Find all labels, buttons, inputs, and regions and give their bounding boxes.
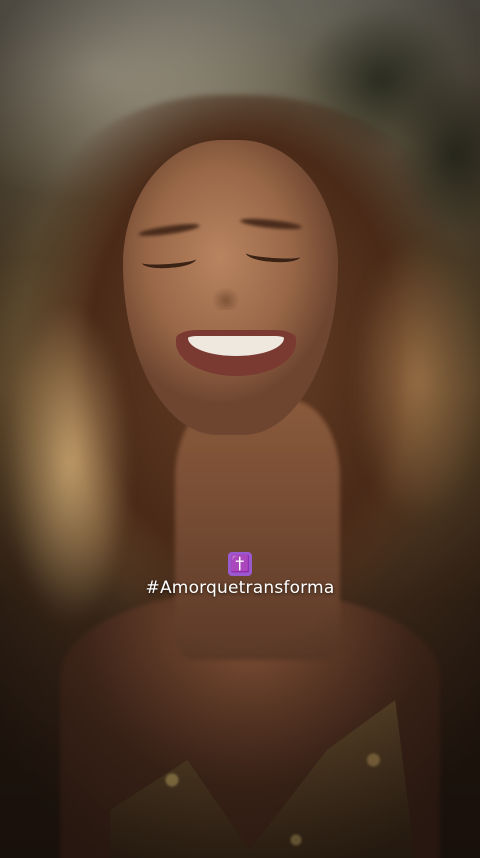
- cross-emoji: ✝️: [230, 554, 250, 573]
- vignette: [0, 0, 480, 858]
- caption-overlay: ✝️ #Amorquetransforma: [0, 550, 480, 604]
- hashtag-caption: #Amorquetransforma: [145, 578, 335, 598]
- latin-cross-icon: ✝️: [228, 552, 252, 576]
- photo-scene: ✝️ #Amorquetransforma: [0, 0, 480, 858]
